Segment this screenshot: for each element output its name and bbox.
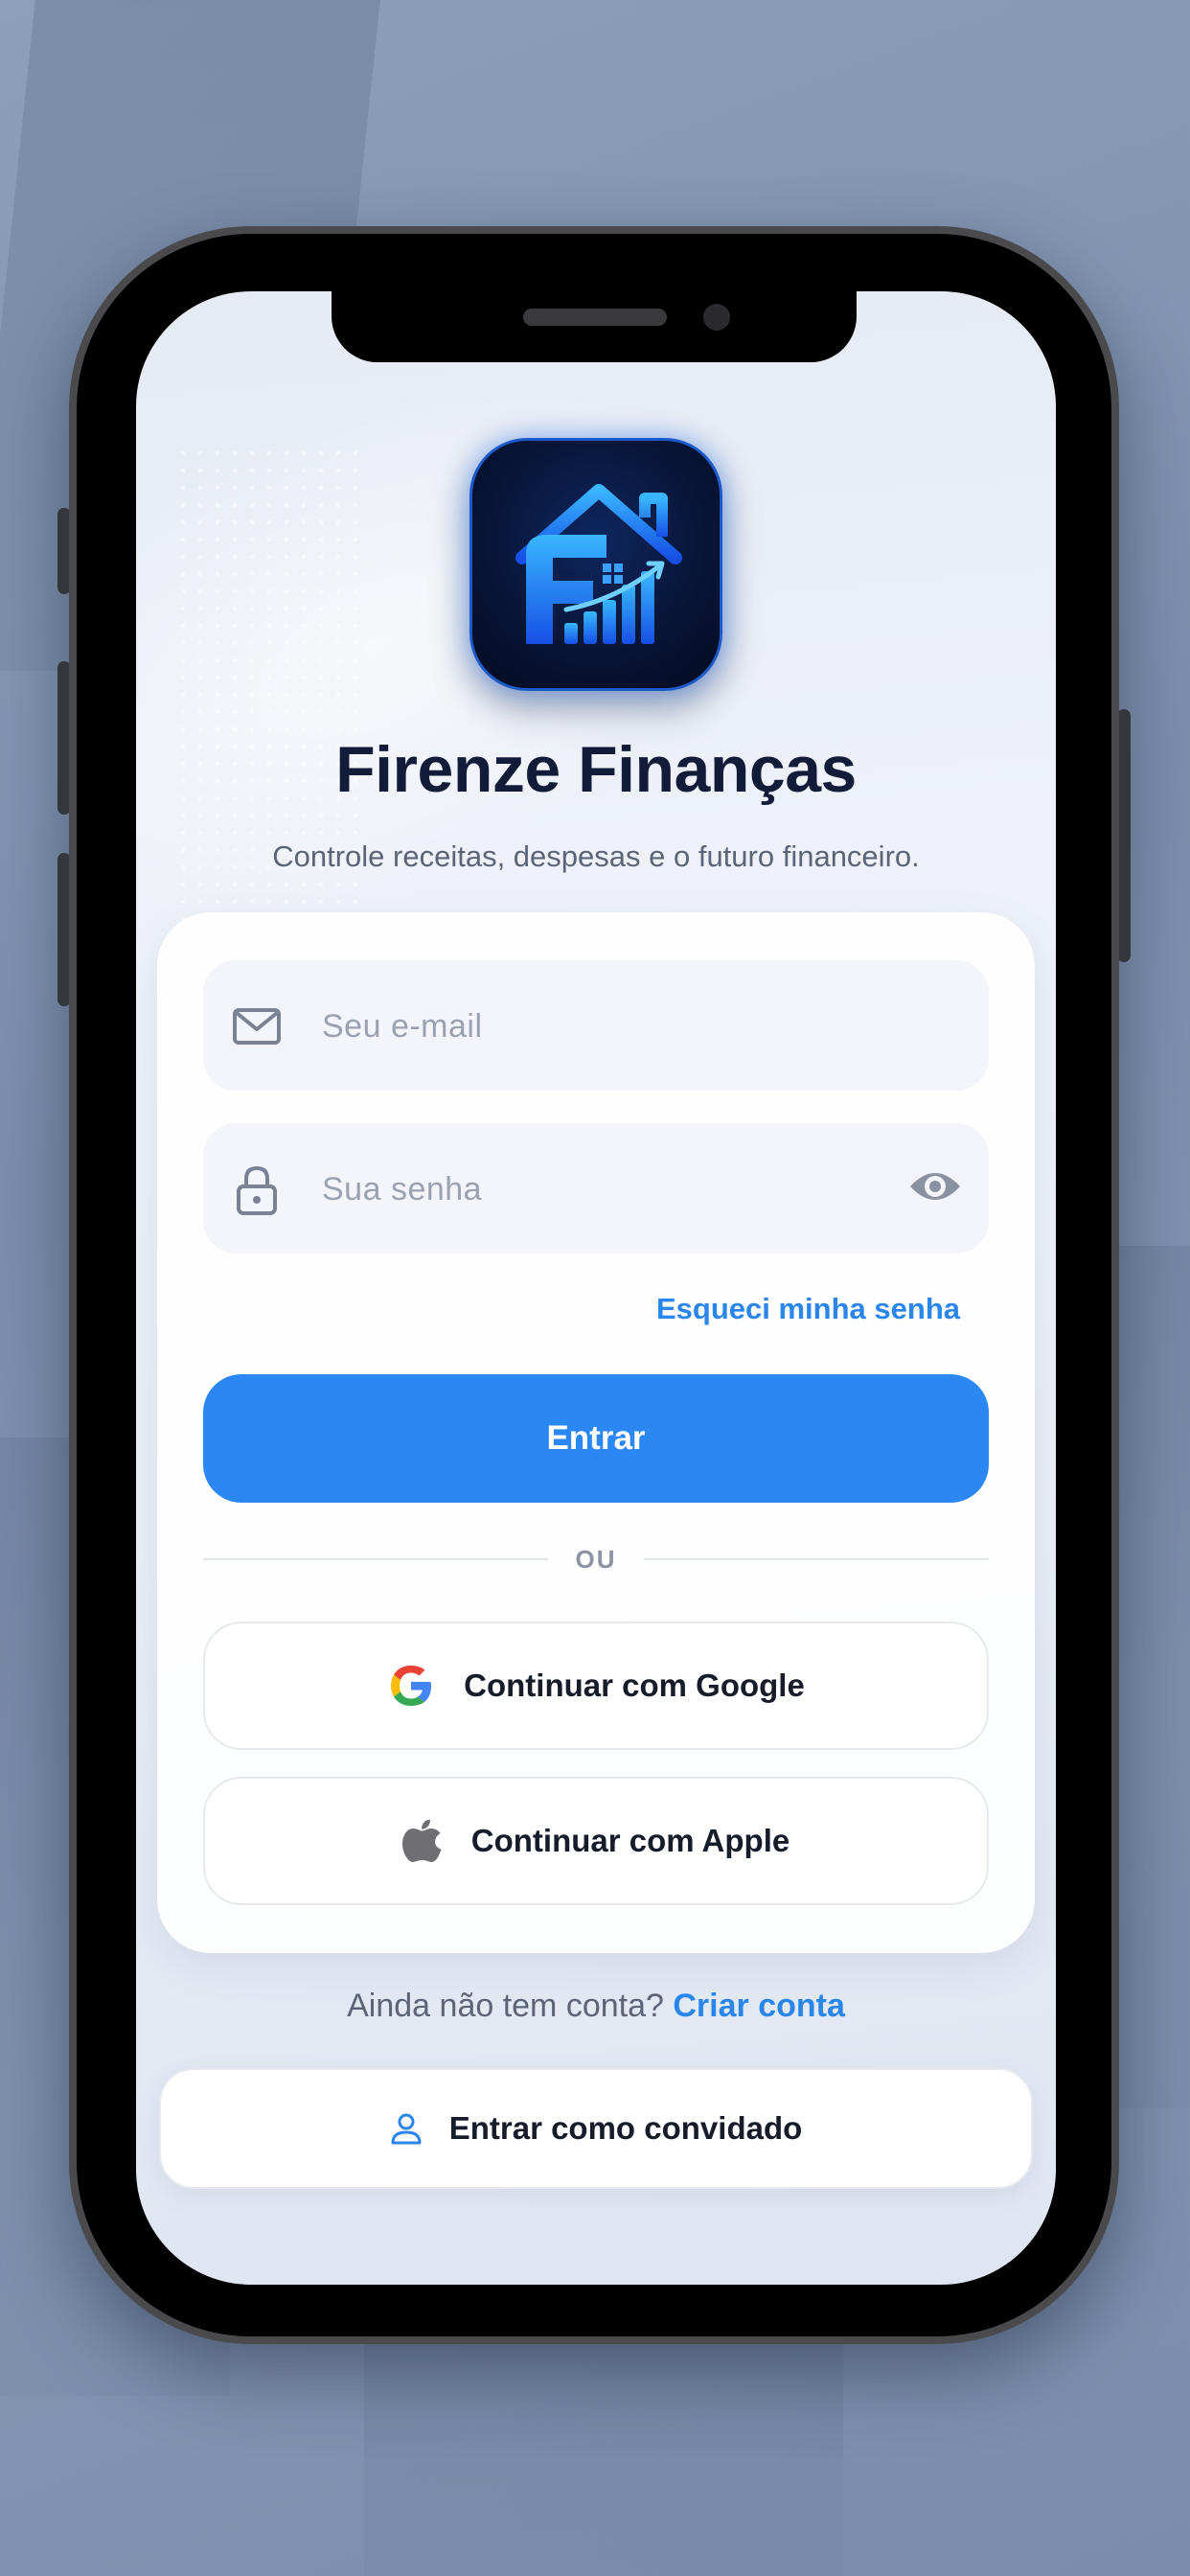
lock-icon: [232, 1163, 282, 1222]
login-screen: Firenze Finanças Controle receitas, desp…: [136, 291, 1056, 2285]
signup-prompt-text: Ainda não tem conta?: [347, 1988, 664, 2024]
google-icon: [387, 1662, 435, 1710]
divider-line: [203, 1558, 548, 1560]
login-card: Seu e-mail Sua senha Esqueci minha senha: [157, 912, 1035, 1953]
divider-label: OU: [575, 1545, 617, 1574]
app-subtitle: Controle receitas, despesas e o futuro f…: [272, 840, 920, 873]
house-chart-logo-icon: [469, 438, 722, 691]
decorative-dots: [174, 445, 366, 981]
mail-icon: [232, 1000, 282, 1055]
create-account-link[interactable]: Criar conta: [673, 1988, 845, 2024]
signup-prompt: Ainda não tem conta? Criar conta: [136, 1988, 1056, 2025]
speaker-grille: [523, 309, 667, 326]
phone-notch: [332, 291, 857, 362]
guest-login-button[interactable]: Entrar como convidado: [159, 2068, 1033, 2189]
phone-power-button: [1117, 709, 1131, 962]
app-title: Firenze Finanças: [335, 733, 857, 806]
password-field[interactable]: Sua senha: [203, 1123, 989, 1254]
apple-icon: [401, 1817, 443, 1865]
google-login-button[interactable]: Continuar com Google: [203, 1622, 989, 1750]
front-camera: [703, 304, 730, 331]
guest-login-label: Entrar como convidado: [448, 2110, 803, 2146]
google-login-label: Continuar com Google: [464, 1668, 805, 1703]
email-field[interactable]: Seu e-mail: [203, 960, 989, 1091]
login-button[interactable]: Entrar: [203, 1374, 989, 1503]
forgot-password-link[interactable]: Esqueci minha senha: [656, 1292, 960, 1326]
email-placeholder: Seu e-mail: [322, 1008, 483, 1045]
apple-login-label: Continuar com Apple: [470, 1823, 790, 1858]
password-placeholder: Sua senha: [322, 1171, 483, 1208]
user-icon: [390, 2112, 423, 2145]
background-building: [364, 2338, 843, 2576]
eye-icon[interactable]: [908, 1165, 962, 1212]
divider-line: [644, 1558, 989, 1560]
apple-login-button[interactable]: Continuar com Apple: [203, 1777, 989, 1905]
